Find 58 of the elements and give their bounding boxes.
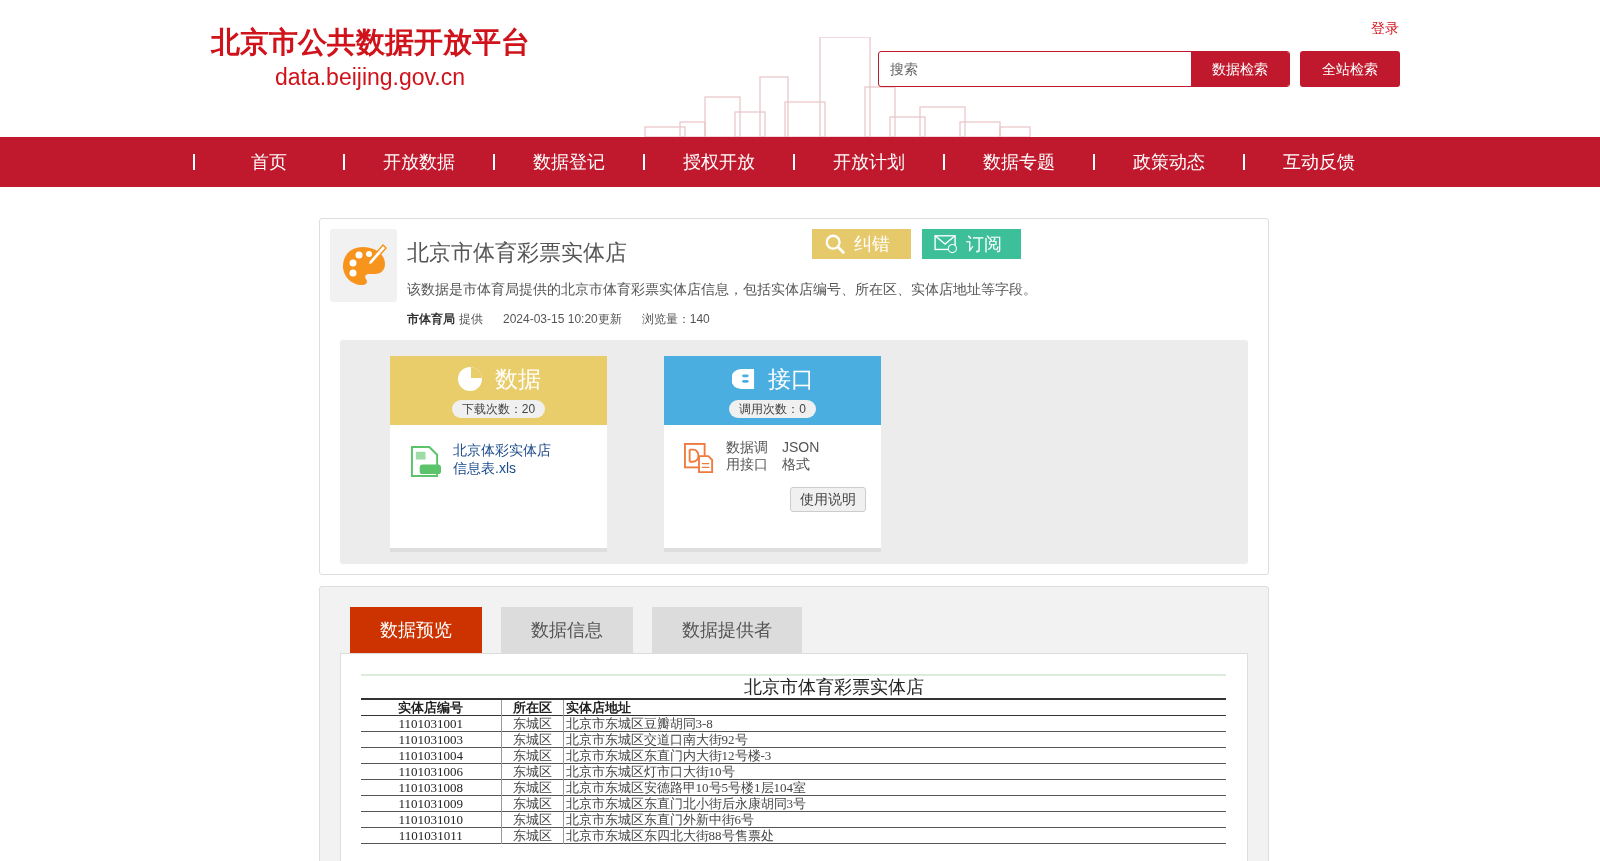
resource-title: 接口: [767, 365, 814, 394]
counter-badge: 调用次数：0: [729, 400, 816, 418]
column-header: 所在区: [501, 699, 563, 716]
table-cell: 北京市东城区灯市口大街10号: [563, 763, 1226, 780]
sheet-title: 北京市体育彩票实体店: [742, 676, 925, 698]
column-header: 实体店地址: [563, 699, 1226, 716]
counter-badge: 下载次数：20: [451, 400, 546, 418]
tab[interactable]: 数据预览: [350, 607, 482, 653]
table-cell: 1101031009: [361, 795, 501, 812]
table-cell: 东城区: [501, 795, 563, 812]
table-cell: 东城区: [501, 715, 563, 732]
table-cell: 东城区: [501, 827, 563, 844]
table-cell: 北京市东城区东直门外新中街6号: [563, 811, 1226, 828]
site-title: 北京市公共数据开放平台: [210, 25, 530, 60]
search-field[interactable]: 搜索 数据检索: [878, 51, 1290, 87]
table-cell: 东城区: [501, 811, 563, 828]
file-link[interactable]: 北京体彩实体店信息表.xls: [453, 441, 563, 477]
table-cell: 北京市东城区豆瓣胡同3-8: [563, 715, 1226, 732]
data-search-button[interactable]: 数据检索: [1191, 52, 1289, 86]
nav-link[interactable]: 授权开放: [645, 148, 793, 176]
nav-link[interactable]: 数据登记: [495, 148, 643, 176]
login-link[interactable]: 登录: [1371, 18, 1399, 39]
column-header: 实体店编号: [361, 699, 501, 716]
nav-link[interactable]: 首页: [195, 148, 343, 176]
table-cell: 1101031008: [361, 779, 501, 796]
tab[interactable]: 数据信息: [501, 607, 633, 653]
table-cell: 1101031010: [361, 811, 501, 828]
api-format: JSON格式: [782, 439, 821, 473]
resource-title: 数据: [494, 365, 541, 394]
table-cell: 北京市东城区安德路甲10号5号楼1层104室: [563, 779, 1226, 796]
dataset-title: 北京市体育彩票实体店: [407, 239, 628, 267]
table-cell: 东城区: [501, 763, 563, 780]
nav-link[interactable]: 数据专题: [945, 148, 1093, 176]
table-cell: 北京市东城区交道口南大街92号: [563, 731, 1226, 748]
site-url: data.beijing.gov.cn: [274, 63, 466, 92]
nav-link[interactable]: 政策动态: [1095, 148, 1243, 176]
table-cell: 北京市东城区东直门内大街12号楼-3: [563, 747, 1226, 764]
dataset-description: 该数据是市体育局提供的北京市体育彩票实体店信息，包括实体店编号、所在区、实体店地址等字段。: [407, 280, 1038, 299]
table-cell: 1101031006: [361, 763, 501, 780]
table-cell: 1101031004: [361, 747, 501, 764]
table-cell: 北京市东城区东四北大街88号售票处: [563, 827, 1226, 844]
nav-link[interactable]: 互动反馈: [1245, 148, 1393, 176]
table-cell: 1101031011: [361, 827, 501, 844]
view-count: 浏览量：140: [641, 311, 710, 328]
api-name: 数据调用接口: [726, 439, 769, 473]
usage-guide-button[interactable]: 使用说明: [790, 487, 866, 512]
nav-link[interactable]: 开放数据: [345, 148, 493, 176]
provider-text: 市体育局 提供: [407, 311, 483, 328]
tab[interactable]: 数据提供者: [652, 607, 802, 653]
update-time: 2024-03-15 10:20更新: [503, 311, 622, 328]
table-cell: 1101031003: [361, 731, 501, 748]
nav-link[interactable]: 开放计划: [795, 148, 943, 176]
site-search-button[interactable]: 全站检索: [1300, 51, 1400, 87]
table-cell: 1101031001: [361, 715, 501, 732]
table-cell: 东城区: [501, 779, 563, 796]
table-cell: 北京市东城区东直门北小街后永康胡同3号: [563, 795, 1226, 812]
table-cell: 东城区: [501, 747, 563, 764]
table-cell: 东城区: [501, 731, 563, 748]
